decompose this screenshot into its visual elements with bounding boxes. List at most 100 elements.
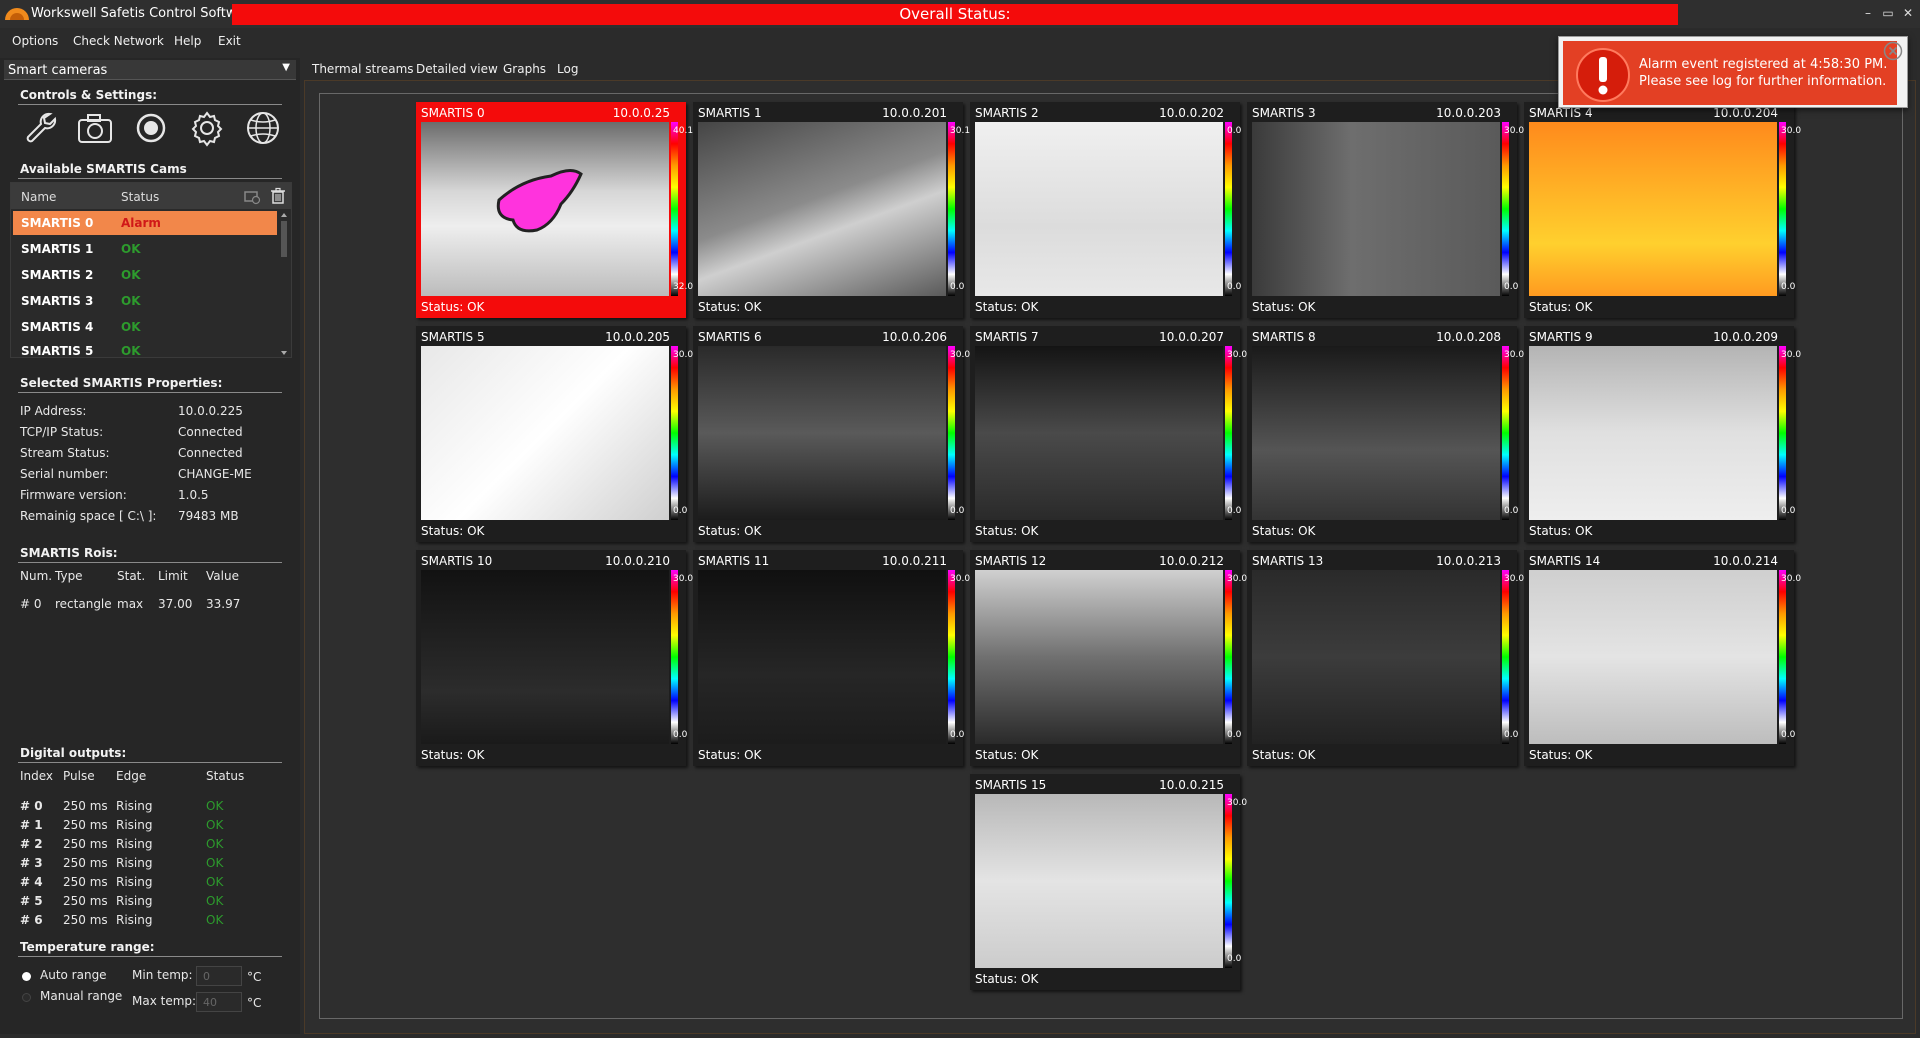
thermal-stream-image[interactable]: [1252, 122, 1500, 296]
thermal-stream-image[interactable]: [421, 570, 669, 744]
tile-ip-address: 10.0.0.210: [605, 554, 670, 568]
camera-icon[interactable]: [75, 108, 115, 148]
thermal-stream-image[interactable]: [1529, 122, 1777, 296]
prop-ip-value: 10.0.0.225: [178, 404, 243, 418]
minimize-button[interactable]: –: [1860, 5, 1876, 21]
divider: [18, 762, 282, 763]
thermal-stream-image[interactable]: [1529, 346, 1777, 520]
title-bar: Workswell Safetis Control Software Overa…: [0, 0, 1920, 28]
add-camera-icon[interactable]: [243, 187, 261, 205]
cam-status: OK: [121, 344, 141, 357]
camera-tile[interactable]: SMARTIS 15 10.0.0.215 30.0 0.0 Status: OK: [970, 774, 1247, 990]
cam-row[interactable]: SMARTIS 3 OK: [13, 289, 277, 313]
trash-icon[interactable]: [269, 187, 287, 205]
tab-thermal-streams[interactable]: Thermal streams: [312, 62, 414, 76]
max-temp-input[interactable]: 40: [196, 992, 242, 1012]
thermal-stream-image[interactable]: [975, 346, 1223, 520]
tile-status: Status: OK: [975, 300, 1039, 314]
tab-log[interactable]: Log: [557, 62, 578, 76]
dout-pulse: 250 ms: [63, 856, 108, 870]
cam-name: SMARTIS 4: [21, 320, 94, 334]
tile-status: Status: OK: [1252, 524, 1316, 538]
camera-tile[interactable]: SMARTIS 14 10.0.0.214 30.0 0.0 Status: OK: [1524, 550, 1801, 766]
dout-index: # 3: [20, 856, 43, 870]
thermal-stream-image[interactable]: [1252, 346, 1500, 520]
manual-range-radio[interactable]: [22, 993, 31, 1002]
dout-edge: Rising: [116, 799, 153, 813]
menu-help[interactable]: Help: [174, 34, 201, 48]
divider: [18, 392, 282, 393]
cam-row[interactable]: SMARTIS 0 Alarm: [13, 211, 277, 235]
chevron-down-icon: ▼: [282, 62, 290, 73]
thermal-stream-image[interactable]: [698, 570, 946, 744]
scale-min-label: 0.0: [950, 282, 965, 292]
scale-max-label: 30.0: [1504, 574, 1525, 584]
thermal-stream-image[interactable]: [1252, 570, 1500, 744]
camera-tile[interactable]: SMARTIS 1 10.0.0.201 30.1 0.0 Status: OK: [693, 102, 970, 318]
tab-graphs[interactable]: Graphs: [503, 62, 546, 76]
cam-row[interactable]: SMARTIS 5 OK: [13, 339, 277, 357]
camera-tile[interactable]: SMARTIS 7 10.0.0.207 30.0 0.0 Status: OK: [970, 326, 1247, 542]
menu-options[interactable]: Options: [12, 34, 58, 48]
camera-tile[interactable]: SMARTIS 2 10.0.0.202 0.0 0.0 Status: OK: [970, 102, 1241, 318]
device-type-dropdown[interactable]: Smart cameras ▼: [4, 60, 296, 80]
gear-icon[interactable]: [187, 108, 227, 148]
dout-title: Digital outputs:: [20, 746, 127, 760]
camera-tile[interactable]: SMARTIS 12 10.0.0.212 30.0 0.0 Status: OK: [970, 550, 1247, 766]
scale-min-label: 0.0: [1781, 282, 1796, 292]
menu-exit[interactable]: Exit: [218, 34, 241, 48]
cam-row[interactable]: SMARTIS 1 OK: [13, 237, 277, 261]
thermal-stream-image[interactable]: [1529, 570, 1777, 744]
scale-min-label: 0.0: [1781, 506, 1796, 516]
camera-tile[interactable]: SMARTIS 6 10.0.0.206 30.0 0.0 Status: OK: [693, 326, 970, 542]
camera-tile[interactable]: SMARTIS 10 10.0.0.210 30.0 0.0 Status: OK: [416, 550, 693, 766]
scale-max-label: 40.1: [673, 126, 694, 136]
dout-col-pulse: Pulse: [63, 769, 95, 783]
auto-range-radio[interactable]: [22, 972, 31, 981]
thermal-stream-image[interactable]: [698, 122, 946, 296]
camera-tile[interactable]: SMARTIS 8 10.0.0.208 30.0 0.0 Status: OK: [1247, 326, 1524, 542]
camera-tile[interactable]: SMARTIS 4 10.0.0.204 30.0 0.0 Status: OK: [1524, 102, 1801, 318]
close-button[interactable]: ✕: [1900, 5, 1916, 21]
close-icon[interactable]: [1883, 41, 1903, 61]
thermal-stream-image[interactable]: [421, 346, 669, 520]
col-name[interactable]: Name: [21, 190, 56, 204]
camera-tile[interactable]: SMARTIS 9 10.0.0.209 30.0 0.0 Status: OK: [1524, 326, 1801, 542]
cam-status: OK: [121, 294, 141, 308]
auto-range-label: Auto range: [40, 968, 107, 982]
tab-detailed-view[interactable]: Detailed view: [416, 62, 498, 76]
tile-ip-address: 10.0.0.206: [882, 330, 947, 344]
restore-button[interactable]: ▭: [1880, 5, 1896, 21]
camera-tile[interactable]: SMARTIS 3 10.0.0.203 30.0 0.0 Status: OK: [1247, 102, 1524, 318]
alarm-notification[interactable]: Alarm event registered at 4:58:30 PM. Pl…: [1558, 36, 1908, 108]
thermal-stream-image[interactable]: [975, 570, 1223, 744]
camera-tile[interactable]: SMARTIS 11 10.0.0.211 30.0 0.0 Status: OK: [693, 550, 970, 766]
dout-col-edge: Edge: [116, 769, 147, 783]
cam-name: SMARTIS 3: [21, 294, 94, 308]
cams-scrollbar[interactable]: [279, 211, 289, 357]
thermal-stream-image[interactable]: [975, 794, 1223, 968]
menu-check-network[interactable]: Check Network: [73, 34, 164, 48]
scale-max-label: 30.0: [1227, 350, 1248, 360]
min-temp-input[interactable]: 0: [196, 966, 242, 986]
tile-camera-name: SMARTIS 9: [1529, 330, 1593, 344]
cam-row[interactable]: SMARTIS 4 OK: [13, 315, 277, 339]
record-icon[interactable]: [131, 108, 171, 148]
cam-row[interactable]: SMARTIS 2 OK: [13, 263, 277, 287]
scale-max-label: 30.1: [950, 126, 971, 136]
divider: [18, 956, 282, 957]
col-status[interactable]: Status: [121, 190, 159, 204]
prop-label: Firmware version:: [20, 488, 127, 502]
wrench-icon[interactable]: [20, 108, 60, 148]
tile-ip-address: 10.0.0.202: [1159, 106, 1224, 120]
camera-tile[interactable]: SMARTIS 5 10.0.0.205 30.0 0.0 Status: OK: [416, 326, 693, 542]
camera-tile[interactable]: SMARTIS 0 10.0.0.25 40.1 32.0 Status: OK: [416, 102, 693, 318]
scale-max-label: 30.0: [1504, 350, 1525, 360]
thermal-stream-image[interactable]: [975, 122, 1223, 296]
network-globe-icon[interactable]: [243, 108, 283, 148]
thermal-stream-image[interactable]: [698, 346, 946, 520]
alarm-message-line2: Please see log for further information.: [1639, 74, 1887, 89]
camera-tile[interactable]: SMARTIS 13 10.0.0.213 30.0 0.0 Status: OK: [1247, 550, 1524, 766]
cam-name: SMARTIS 2: [21, 268, 94, 282]
thermal-stream-image[interactable]: [421, 122, 669, 296]
